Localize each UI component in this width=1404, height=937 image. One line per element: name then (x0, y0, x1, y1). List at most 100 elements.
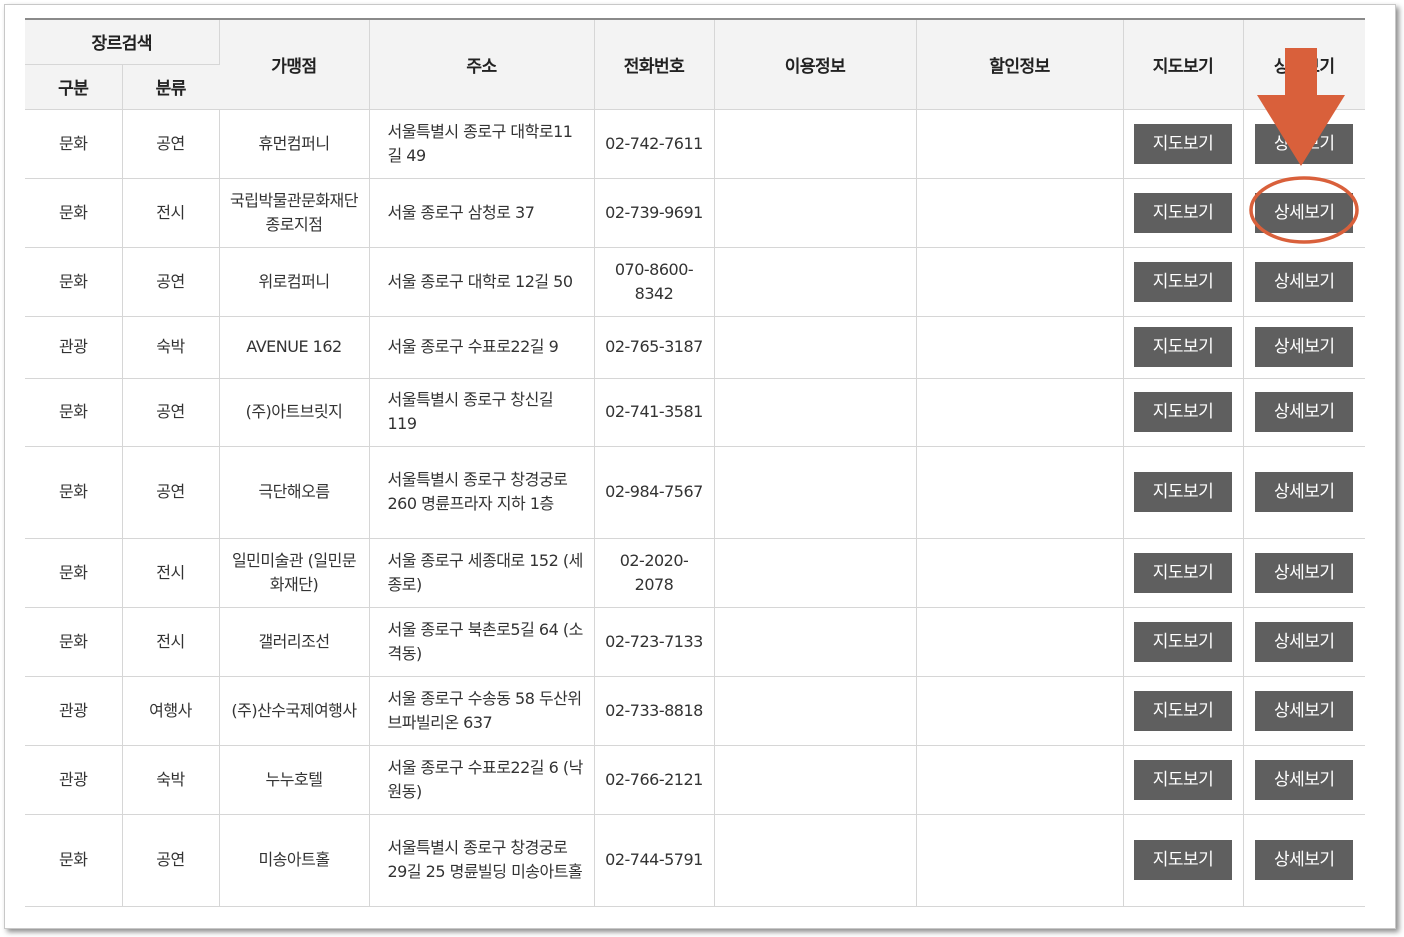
cell-discount-info (916, 538, 1124, 608)
detail-view-button[interactable]: 상세보기 (1255, 472, 1354, 512)
cell-usage-info (714, 607, 917, 677)
cell-usage-info (714, 178, 917, 248)
header-discount-info: 할인정보 (916, 19, 1124, 110)
table-header: 장르검색 가맹점 주소 전화번호 이용정보 할인정보 지도보기 상세보기 구분 … (25, 19, 1365, 110)
table-row: 문화 공연 미송아트홀 서울특별시 종로구 창경궁로29길 25 명륜빌딩 미송아트홀… (25, 814, 1365, 907)
header-address: 주소 (369, 19, 595, 110)
detail-view-button[interactable]: 상세보기 (1255, 123, 1354, 164)
cell-classification: 숙박 (122, 316, 220, 379)
map-view-button[interactable]: 지도보기 (1134, 472, 1232, 512)
cell-discount-info (916, 745, 1124, 815)
cell-discount-info (916, 316, 1124, 379)
cell-map-button: 지도보기 (1123, 247, 1244, 317)
cell-store: (주)산수국제여행사 (219, 676, 370, 746)
cell-classification: 전시 (122, 538, 220, 608)
cell-map-button: 지도보기 (1123, 607, 1244, 677)
map-view-button[interactable]: 지도보기 (1134, 690, 1232, 731)
cell-category: 문화 (25, 378, 123, 447)
cell-map-button: 지도보기 (1123, 316, 1244, 379)
cell-category: 문화 (25, 607, 123, 677)
cell-category: 문화 (25, 109, 123, 179)
cell-usage-info (714, 745, 917, 815)
detail-view-button[interactable]: 상세보기 (1255, 327, 1354, 367)
cell-classification: 공연 (122, 247, 220, 317)
detail-view-button[interactable]: 상세보기 (1255, 840, 1354, 880)
map-view-button[interactable]: 지도보기 (1134, 392, 1232, 432)
cell-discount-info (916, 247, 1124, 317)
cell-discount-info (916, 676, 1124, 746)
header-usage-info: 이용정보 (714, 19, 917, 110)
cell-map-button: 지도보기 (1123, 676, 1244, 746)
header-map-view: 지도보기 (1123, 19, 1244, 110)
cell-classification: 전시 (122, 607, 220, 677)
cell-category: 관광 (25, 316, 123, 379)
cell-map-button: 지도보기 (1123, 178, 1244, 248)
detail-view-button[interactable]: 상세보기 (1255, 261, 1354, 302)
cell-map-button: 지도보기 (1123, 814, 1244, 907)
cell-usage-info (714, 446, 917, 539)
cell-address: 서울 종로구 대학로 12길 50 (369, 247, 595, 317)
cell-usage-info (714, 316, 917, 379)
cell-usage-info (714, 676, 917, 746)
cell-phone: 02-739-9691 (594, 178, 715, 248)
table-body: 문화 공연 휴먼컴퍼니 서울특별시 종로구 대학로11길 49 02-742-7611 지… (25, 109, 1365, 907)
cell-phone: 02-765-3187 (594, 316, 715, 379)
cell-phone: 070-8600-8342 (594, 247, 715, 317)
cell-discount-info (916, 446, 1124, 539)
cell-store: 극단해오름 (219, 446, 370, 539)
cell-phone: 02-766-2121 (594, 745, 715, 815)
map-view-button[interactable]: 지도보기 (1134, 192, 1232, 233)
cell-usage-info (714, 814, 917, 907)
cell-classification: 공연 (122, 814, 220, 907)
map-view-button[interactable]: 지도보기 (1134, 552, 1232, 593)
cell-usage-info (714, 378, 917, 447)
detail-view-button[interactable]: 상세보기 (1255, 690, 1354, 731)
header-detail-view: 상세보기 (1243, 19, 1365, 110)
cell-discount-info (916, 607, 1124, 677)
detail-view-button[interactable]: 상세보기 (1255, 192, 1354, 233)
cell-phone: 02-2020-2078 (594, 538, 715, 608)
cell-detail-button: 상세보기 (1243, 178, 1365, 248)
cell-store: 국립박물관문화재단 종로지점 (219, 178, 370, 248)
cell-category: 관광 (25, 745, 123, 815)
cell-usage-info (714, 109, 917, 179)
table-row: 관광 숙박 AVENUE 162 서울 종로구 수표로22길 9 02-765-3187… (25, 316, 1365, 379)
cell-store: 갤러리조선 (219, 607, 370, 677)
cell-detail-button: 상세보기 (1243, 676, 1365, 746)
detail-view-button[interactable]: 상세보기 (1255, 621, 1354, 662)
header-classification: 분류 (122, 64, 219, 110)
map-view-button[interactable]: 지도보기 (1134, 759, 1232, 800)
cell-address: 서울특별시 종로구 창경궁로 260 명륜프라자 지하 1층 (369, 446, 595, 539)
detail-view-button[interactable]: 상세보기 (1255, 759, 1354, 800)
map-view-button[interactable]: 지도보기 (1134, 840, 1232, 880)
cell-phone: 02-744-5791 (594, 814, 715, 907)
header-genre-search: 장르검색 (25, 19, 220, 65)
cell-store: 위로컴퍼니 (219, 247, 370, 317)
detail-view-button[interactable]: 상세보기 (1255, 552, 1354, 593)
cell-detail-button: 상세보기 (1243, 109, 1365, 179)
cell-store: (주)아트브릿지 (219, 378, 370, 447)
map-view-button[interactable]: 지도보기 (1134, 261, 1232, 302)
detail-view-button[interactable]: 상세보기 (1255, 392, 1354, 432)
header-phone: 전화번호 (594, 19, 715, 110)
cell-classification: 공연 (122, 378, 220, 447)
cell-discount-info (916, 178, 1124, 248)
map-view-button[interactable]: 지도보기 (1134, 327, 1232, 367)
cell-store: 누누호텔 (219, 745, 370, 815)
table-row: 관광 여행사 (주)산수국제여행사 서울 종로구 수송동 58 두산위브파빌리온 63… (25, 676, 1365, 746)
cell-detail-button: 상세보기 (1243, 446, 1365, 539)
cell-discount-info (916, 378, 1124, 447)
cell-detail-button: 상세보기 (1243, 316, 1365, 379)
cell-address: 서울특별시 종로구 창신길 119 (369, 378, 595, 447)
cell-classification: 전시 (122, 178, 220, 248)
cell-store: 휴먼컴퍼니 (219, 109, 370, 179)
table-row: 문화 공연 위로컴퍼니 서울 종로구 대학로 12길 50 070-8600-8342 지… (25, 247, 1365, 317)
cell-classification: 공연 (122, 109, 220, 179)
cell-address: 서울특별시 종로구 창경궁로29길 25 명륜빌딩 미송아트홀 (369, 814, 595, 907)
table-row: 문화 공연 휴먼컴퍼니 서울특별시 종로구 대학로11길 49 02-742-7611 지… (25, 109, 1365, 179)
map-view-button[interactable]: 지도보기 (1134, 621, 1232, 662)
store-table: 장르검색 가맹점 주소 전화번호 이용정보 할인정보 지도보기 상세보기 구분 … (25, 18, 1365, 907)
map-view-button[interactable]: 지도보기 (1134, 123, 1232, 164)
cell-detail-button: 상세보기 (1243, 247, 1365, 317)
cell-phone: 02-984-7567 (594, 446, 715, 539)
